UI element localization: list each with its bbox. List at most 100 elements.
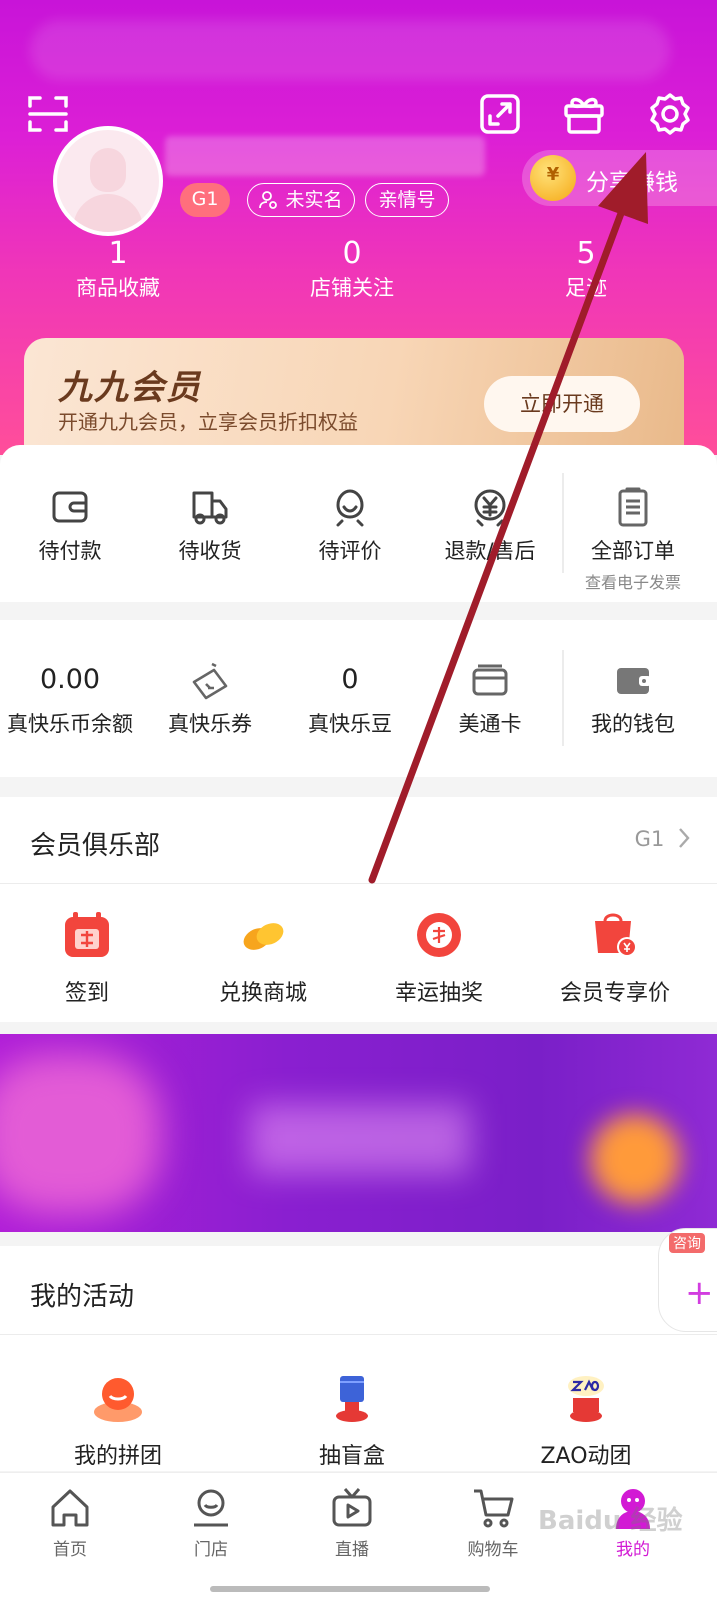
store-person-icon	[188, 1485, 234, 1531]
zao-logo-icon	[557, 1368, 615, 1426]
nav-cart[interactable]: 购物车	[438, 1485, 548, 1560]
promo-banner[interactable]	[0, 1034, 717, 1232]
calendar-checkin-icon	[61, 909, 113, 961]
baidu-watermark: Baidu 经验	[538, 1506, 683, 1536]
wallet-coin-balance[interactable]: 0.00 真快乐币余额	[0, 658, 140, 738]
coin-glyph: ¥	[546, 164, 560, 185]
gift-icon[interactable]	[562, 92, 606, 136]
wallet-meitong-card[interactable]: 美通卡	[420, 658, 560, 738]
club-exchange-mall[interactable]: 兑换商城	[178, 909, 348, 1007]
blurred-status-area	[30, 20, 670, 80]
orders-card: 待付款 待收货 待评价 退款/售后 全部订单 查看电子发票	[0, 445, 717, 602]
banner-blur-shape	[0, 1054, 160, 1214]
stat-history[interactable]: 5 足迹	[506, 236, 666, 304]
order-pending-review[interactable]: 待评价	[280, 485, 420, 565]
activity-label: 抽盲盒	[318, 1444, 385, 1469]
section-title: 会员俱乐部	[30, 831, 161, 861]
activity-label: ZAO动团	[540, 1444, 632, 1469]
order-pending-receipt[interactable]: 待收货	[140, 485, 280, 565]
my-activity-card: 我的活动 我的拼团 抽盲盒 ZAO动团	[0, 1246, 717, 1471]
club-lucky-draw[interactable]: 幸运抽奖	[354, 909, 524, 1007]
club-level-link[interactable]: G1	[635, 827, 691, 851]
blind-box-icon	[323, 1368, 381, 1426]
section-title: 我的活动	[30, 1282, 135, 1312]
stat-value: 5	[576, 236, 596, 271]
truck-icon	[188, 485, 232, 529]
card-icon	[468, 658, 512, 702]
activity-label: 我的拼团	[73, 1444, 162, 1469]
share-earn-label: 分享赚钱	[586, 170, 678, 196]
consult-float-button[interactable]: 咨询 +	[658, 1228, 717, 1332]
wallet-my-wallet[interactable]: 我的钱包	[563, 658, 703, 738]
stat-followed-shops[interactable]: 0 店铺关注	[272, 236, 432, 304]
club-member-price[interactable]: 会员专享价	[530, 909, 700, 1007]
wallet-label: 我的钱包	[591, 712, 675, 736]
smile-icon	[328, 485, 372, 529]
wallet-label: 真快乐币余额	[7, 712, 133, 736]
chevron-right-icon	[679, 828, 690, 848]
expand-icon[interactable]	[478, 92, 522, 136]
wallet-card: 0.00 真快乐币余额 真快乐券 0 真快乐豆 美通卡 我的钱包	[0, 620, 717, 777]
realname-tag-label: 未实名	[285, 189, 343, 211]
gear-icon[interactable]	[648, 92, 692, 136]
nav-label: 直播	[335, 1540, 369, 1560]
wallet-pay-icon	[48, 485, 92, 529]
avatar-body-shape	[73, 194, 143, 232]
cart-icon	[470, 1485, 516, 1531]
money-bag-icon: ¥	[530, 155, 576, 201]
club-label: 幸运抽奖	[394, 981, 483, 1006]
order-label: 待付款	[38, 539, 102, 563]
vip-activate-button[interactable]: 立即开通	[484, 376, 640, 432]
divider	[0, 1334, 717, 1335]
shopping-bag-yen-icon	[589, 909, 641, 961]
banner-blur-shape	[590, 1114, 680, 1204]
nav-label: 购物车	[467, 1540, 519, 1560]
yen-refund-icon	[468, 485, 512, 529]
nav-store[interactable]: 门店	[156, 1485, 266, 1560]
tv-play-icon	[329, 1485, 375, 1531]
plus-icon: +	[685, 1273, 714, 1313]
activity-blind-box[interactable]: 抽盲盒	[252, 1368, 452, 1470]
club-label: 签到	[64, 981, 109, 1006]
club-level-value: G1	[634, 827, 665, 851]
home-indicator	[210, 1586, 490, 1592]
wallet-label: 美通卡	[458, 712, 522, 736]
consult-tip: 咨询	[669, 1233, 705, 1253]
stat-favorites[interactable]: 1 商品收藏	[38, 236, 198, 304]
club-checkin[interactable]: 签到	[2, 909, 172, 1007]
beans-icon	[237, 909, 289, 961]
realname-status-tag[interactable]: 未实名	[247, 183, 355, 217]
wallet-label: 真快乐豆	[308, 712, 392, 736]
order-refund-aftersales[interactable]: 退款/售后	[420, 485, 560, 565]
activity-group-buy[interactable]: 我的拼团	[18, 1368, 218, 1470]
stat-value: 0	[342, 236, 362, 271]
activity-zao[interactable]: ZAO动团	[486, 1368, 686, 1470]
avatar-head-shape	[90, 148, 126, 192]
person-icon	[259, 191, 277, 209]
wallet-coupons[interactable]: 真快乐券	[140, 658, 280, 738]
wallet-icon	[611, 658, 655, 702]
family-account-tag[interactable]: 亲情号	[365, 183, 449, 217]
banner-blur-shape	[250, 1104, 470, 1174]
nav-home[interactable]: 首页	[15, 1485, 125, 1560]
wallet-beans[interactable]: 0 真快乐豆	[280, 658, 420, 738]
beans-value: 0	[341, 664, 359, 695]
clipboard-icon	[611, 485, 655, 529]
stat-label: 店铺关注	[310, 276, 394, 300]
avatar[interactable]	[53, 126, 163, 236]
nav-live[interactable]: 直播	[297, 1485, 407, 1560]
share-earn-button[interactable]: ¥ 分享赚钱	[522, 150, 717, 206]
order-pending-payment[interactable]: 待付款	[0, 485, 140, 565]
profile-header: G1 未实名 亲情号 ¥ 分享赚钱 1 商品收藏 0 店铺关注 5 足迹 九九会…	[0, 0, 717, 455]
divider	[0, 883, 717, 884]
invoice-link[interactable]: 查看电子发票	[563, 569, 703, 593]
blurred-username	[165, 136, 485, 176]
order-all[interactable]: 全部订单 查看电子发票	[563, 485, 703, 593]
vip-membership-card[interactable]: 九九会员 开通九九会员，立享会员折扣权益 立即开通	[24, 338, 684, 455]
ticket-icon	[188, 658, 232, 702]
club-label: 兑换商城	[218, 981, 307, 1006]
wallet-label: 真快乐券	[168, 712, 252, 736]
member-level-badge[interactable]: G1	[180, 183, 230, 217]
vip-title: 九九会员	[58, 368, 202, 408]
scan-icon[interactable]	[26, 92, 70, 136]
